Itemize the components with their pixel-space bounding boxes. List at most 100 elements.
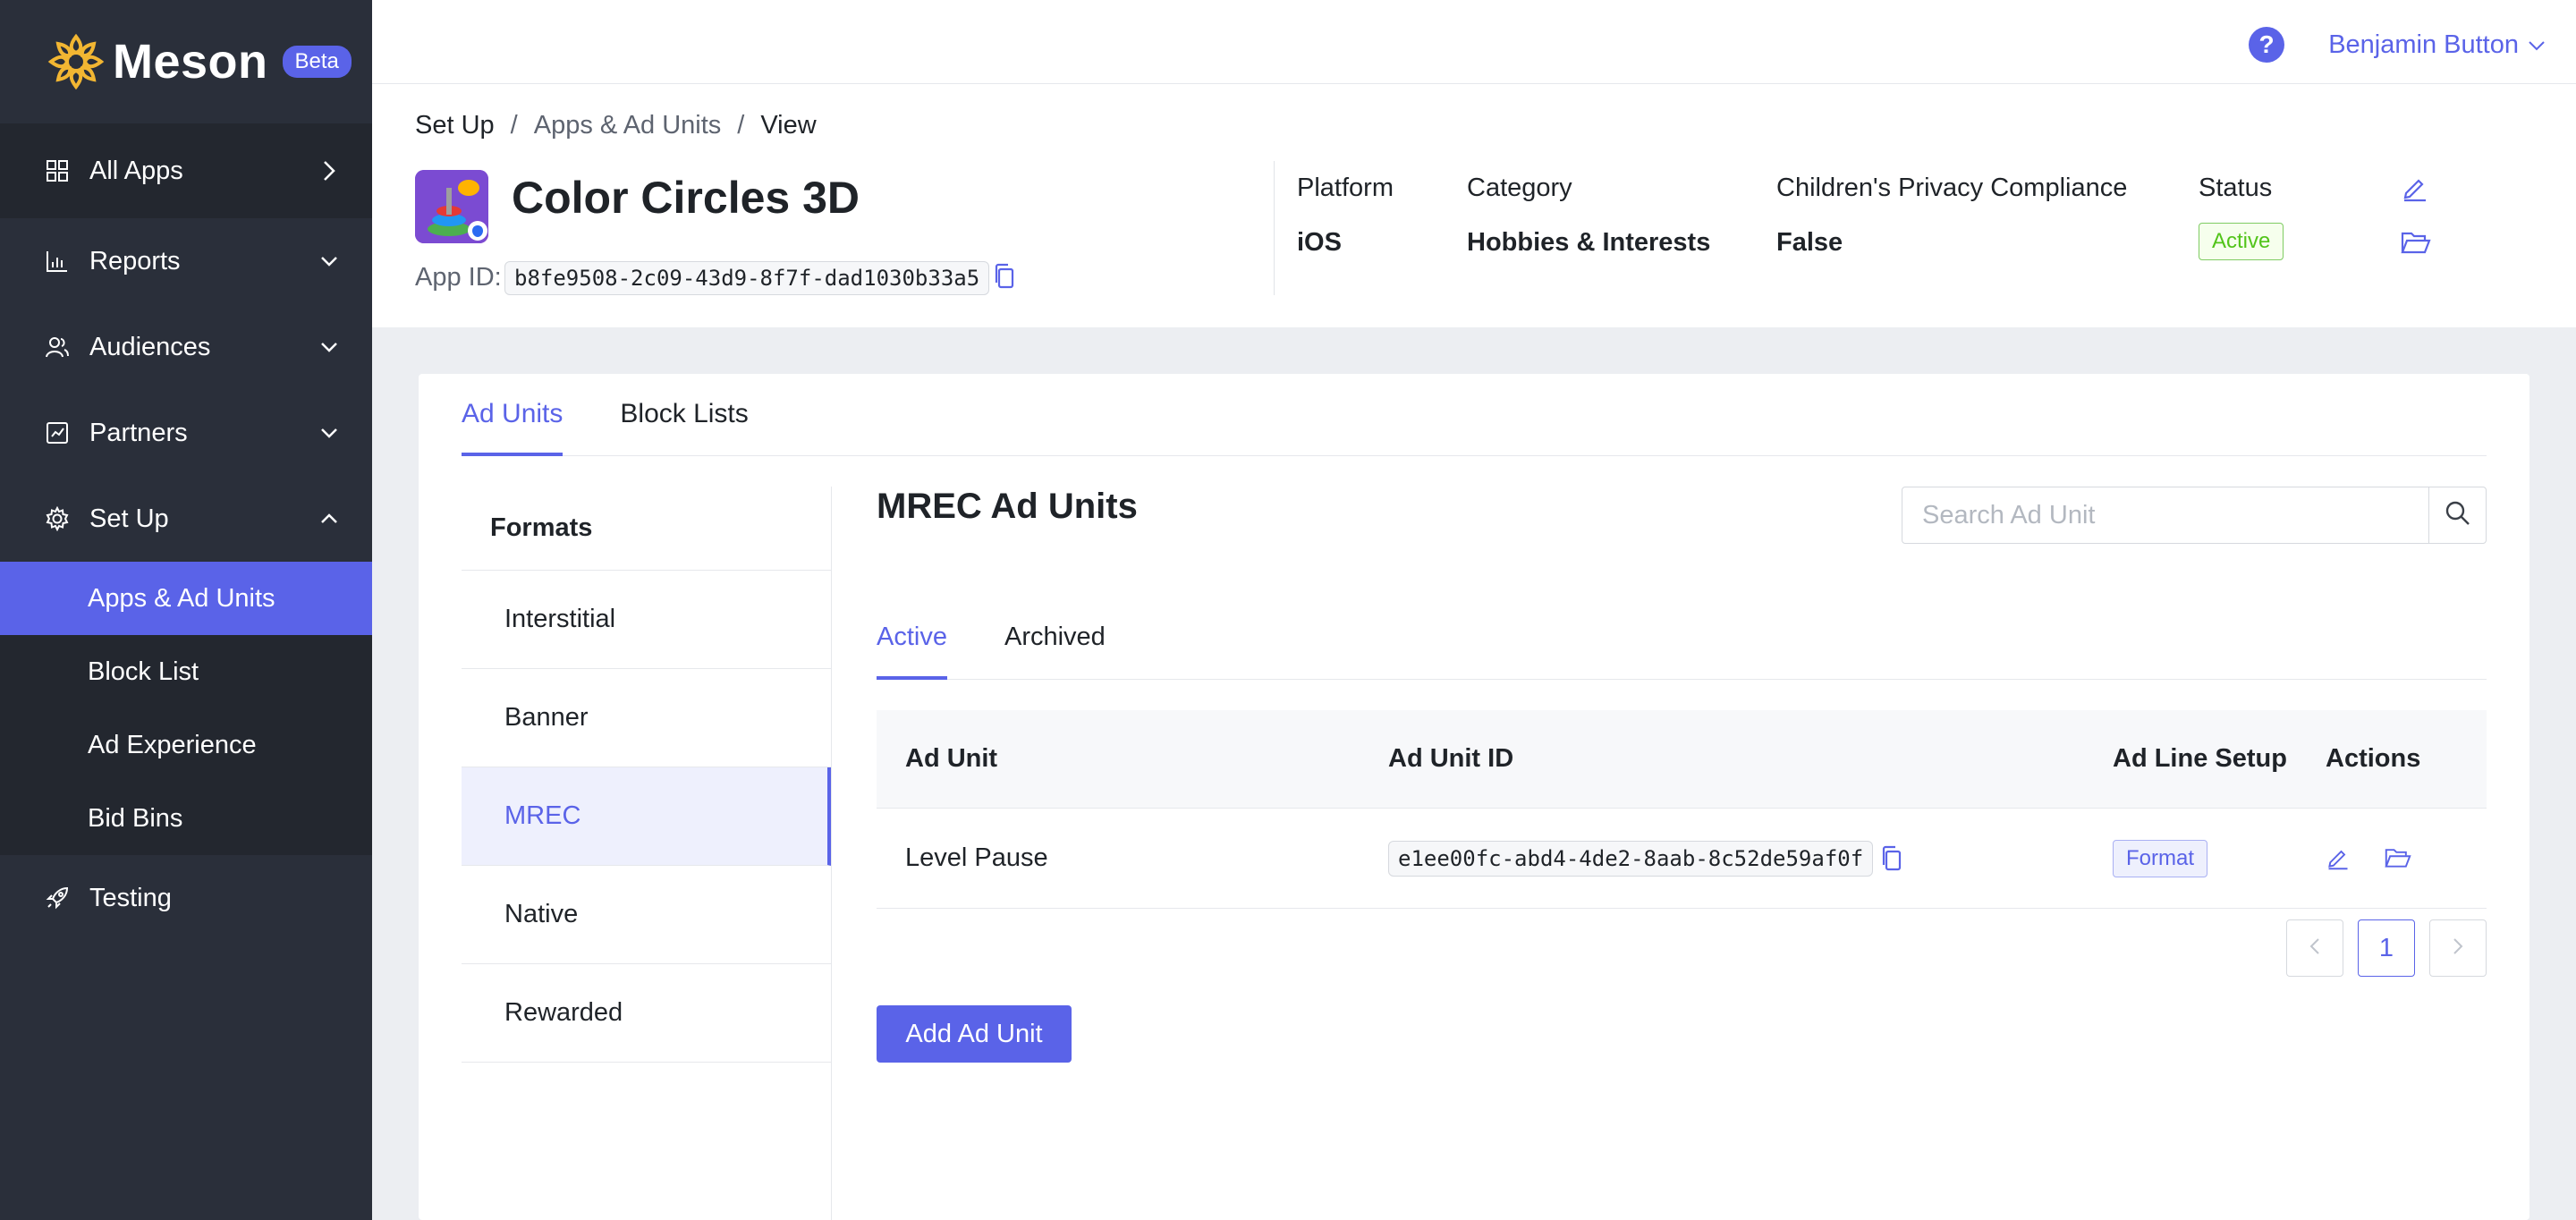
meson-logo-icon bbox=[45, 30, 107, 93]
ad-units-table: Ad Unit Ad Unit ID Ad Line Setup Actions… bbox=[877, 710, 2487, 909]
breadcrumb-separator: / bbox=[510, 111, 518, 140]
chevron-right-icon bbox=[318, 160, 340, 182]
table-header: Ad Unit Ad Unit ID Ad Line Setup Actions bbox=[877, 710, 2487, 809]
brand-name: Meson bbox=[113, 35, 268, 89]
ad-unit-name: Level Pause bbox=[905, 843, 1048, 872]
format-native[interactable]: Native bbox=[462, 866, 831, 964]
user-name: Benjamin Button bbox=[2328, 30, 2519, 59]
table-row: Level Pause e1ee00fc-abd4-4de2-8aab-8c52… bbox=[877, 809, 2487, 909]
chevron-down-icon bbox=[2528, 36, 2547, 55]
ad-unit-id-cell: e1ee00fc-abd4-4de2-8aab-8c52de59af0f bbox=[1360, 840, 2084, 877]
sidebar-item-apps-ad-units[interactable]: Apps & Ad Units bbox=[0, 562, 372, 635]
brand[interactable]: Meson Beta bbox=[0, 0, 372, 123]
grid-icon bbox=[45, 158, 70, 183]
breadcrumb-separator: / bbox=[737, 111, 745, 140]
platform-meta: Platform iOS bbox=[1297, 174, 1394, 258]
users-icon bbox=[45, 335, 70, 360]
format-rewarded[interactable]: Rewarded bbox=[462, 964, 831, 1063]
header-actions bbox=[2379, 170, 2465, 367]
platform-label: Platform bbox=[1297, 174, 1394, 202]
sidebar-nav: All Apps Reports Audiences Partners Set … bbox=[0, 123, 372, 941]
breadcrumb-view: View bbox=[760, 111, 817, 140]
tab-archived[interactable]: Archived bbox=[1004, 590, 1106, 679]
category-meta: Category Hobbies & Interests bbox=[1467, 174, 1710, 258]
user-menu[interactable]: Benjamin Button bbox=[2328, 30, 2547, 60]
app-id-value: b8fe9508-2c09-43d9-8f7f-dad1030b33a5 bbox=[504, 261, 990, 295]
top-bar: ? Benjamin Button bbox=[372, 0, 2576, 84]
edit-icon[interactable] bbox=[2401, 174, 2433, 206]
beta-badge: Beta bbox=[282, 46, 352, 78]
breadcrumb: Set Up / Apps & Ad Units / View bbox=[415, 111, 817, 140]
sidebar-item-ad-experience[interactable]: Ad Experience bbox=[0, 708, 372, 782]
ad-unit-id-value: e1ee00fc-abd4-4de2-8aab-8c52de59af0f bbox=[1388, 840, 1874, 877]
format-banner[interactable]: Banner bbox=[462, 669, 831, 767]
chevron-up-icon bbox=[318, 508, 340, 530]
sidebar-item-bid-bins[interactable]: Bid Bins bbox=[0, 782, 372, 855]
formats-list: Formats Interstitial Banner MREC Native … bbox=[462, 487, 832, 1220]
status-label: Status bbox=[2199, 174, 2273, 202]
search-input[interactable] bbox=[1902, 487, 2428, 543]
copy-icon[interactable] bbox=[993, 263, 1018, 290]
folder-open-icon[interactable] bbox=[2385, 845, 2411, 872]
setup-submenu: Apps & Ad Units Block List Ad Experience… bbox=[0, 562, 372, 855]
chevron-right-icon bbox=[2452, 934, 2464, 963]
pagination: 1 bbox=[2286, 919, 2487, 977]
sidebar-item-set-up[interactable]: Set Up bbox=[0, 476, 372, 562]
help-icon[interactable]: ? bbox=[2249, 27, 2284, 63]
sidebar-item-label: Set Up bbox=[89, 504, 169, 533]
add-ad-unit-button[interactable]: Add Ad Unit bbox=[877, 1005, 1072, 1063]
bar-chart-icon bbox=[45, 249, 70, 274]
sidebar-item-all-apps[interactable]: All Apps bbox=[0, 123, 372, 218]
meta-divider bbox=[1274, 161, 1275, 295]
tab-block-lists[interactable]: Block Lists bbox=[620, 374, 748, 455]
sidebar-item-reports[interactable]: Reports bbox=[0, 218, 372, 304]
pagination-page-current[interactable]: 1 bbox=[2358, 919, 2415, 977]
sidebar-item-label: Reports bbox=[89, 246, 181, 275]
privacy-label: Children's Privacy Compliance bbox=[1776, 174, 2128, 202]
chevron-down-icon bbox=[318, 250, 340, 272]
rocket-icon bbox=[45, 885, 70, 911]
search-button[interactable] bbox=[2428, 487, 2486, 543]
format-interstitial[interactable]: Interstitial bbox=[462, 571, 831, 669]
sidebar-item-testing[interactable]: Testing bbox=[0, 855, 372, 941]
status-tabs: Active Archived bbox=[877, 590, 2487, 680]
chevron-left-icon bbox=[2309, 934, 2321, 963]
edit-icon[interactable] bbox=[2326, 845, 2352, 872]
sidebar-item-audiences[interactable]: Audiences bbox=[0, 304, 372, 390]
pagination-next-button[interactable] bbox=[2429, 919, 2487, 977]
breadcrumb-apps-ad-units[interactable]: Apps & Ad Units bbox=[534, 111, 722, 140]
app-title: Color Circles 3D bbox=[512, 173, 860, 223]
privacy-meta: Children's Privacy Compliance False bbox=[1776, 174, 2127, 258]
sidebar-item-label: Audiences bbox=[89, 332, 211, 361]
actions-cell bbox=[2326, 845, 2487, 872]
search-icon bbox=[2445, 500, 2471, 531]
sidebar: Meson Beta All Apps Reports Audiences Pa… bbox=[0, 0, 372, 1220]
sidebar-item-label: Partners bbox=[89, 418, 188, 447]
category-label: Category bbox=[1467, 174, 1572, 202]
copy-icon[interactable] bbox=[1880, 845, 1903, 872]
status-badge: Active bbox=[2199, 223, 2284, 260]
column-header-ad-unit-id: Ad Unit ID bbox=[1388, 744, 1514, 773]
chevron-down-icon bbox=[318, 336, 340, 358]
breadcrumb-set-up[interactable]: Set Up bbox=[415, 111, 495, 140]
app-id-label: App ID: bbox=[415, 263, 502, 292]
column-header-ad-line-setup: Ad Line Setup bbox=[2113, 744, 2287, 773]
gear-icon bbox=[45, 506, 70, 531]
sidebar-item-label: Testing bbox=[89, 883, 172, 912]
chevron-down-icon bbox=[318, 422, 340, 444]
tab-ad-units[interactable]: Ad Units bbox=[462, 374, 564, 456]
format-badge[interactable]: Format bbox=[2113, 839, 2208, 877]
column-header-ad-unit: Ad Unit bbox=[905, 744, 998, 773]
pagination-prev-button[interactable] bbox=[2286, 919, 2343, 977]
sidebar-item-block-list[interactable]: Block List bbox=[0, 635, 372, 708]
tab-active[interactable]: Active bbox=[877, 590, 947, 680]
content-card: Ad Units Block Lists Formats Interstitia… bbox=[419, 374, 2529, 1220]
partners-icon bbox=[45, 420, 70, 445]
category-value: Hobbies & Interests bbox=[1467, 228, 1711, 257]
folder-open-icon[interactable] bbox=[2401, 229, 2433, 261]
app-header: Set Up / Apps & Ad Units / View Color Ci… bbox=[372, 84, 2576, 327]
format-mrec[interactable]: MREC bbox=[462, 767, 831, 866]
sidebar-item-partners[interactable]: Partners bbox=[0, 390, 372, 476]
main-tabs: Ad Units Block Lists bbox=[462, 374, 2487, 456]
platform-value: iOS bbox=[1297, 228, 1342, 257]
